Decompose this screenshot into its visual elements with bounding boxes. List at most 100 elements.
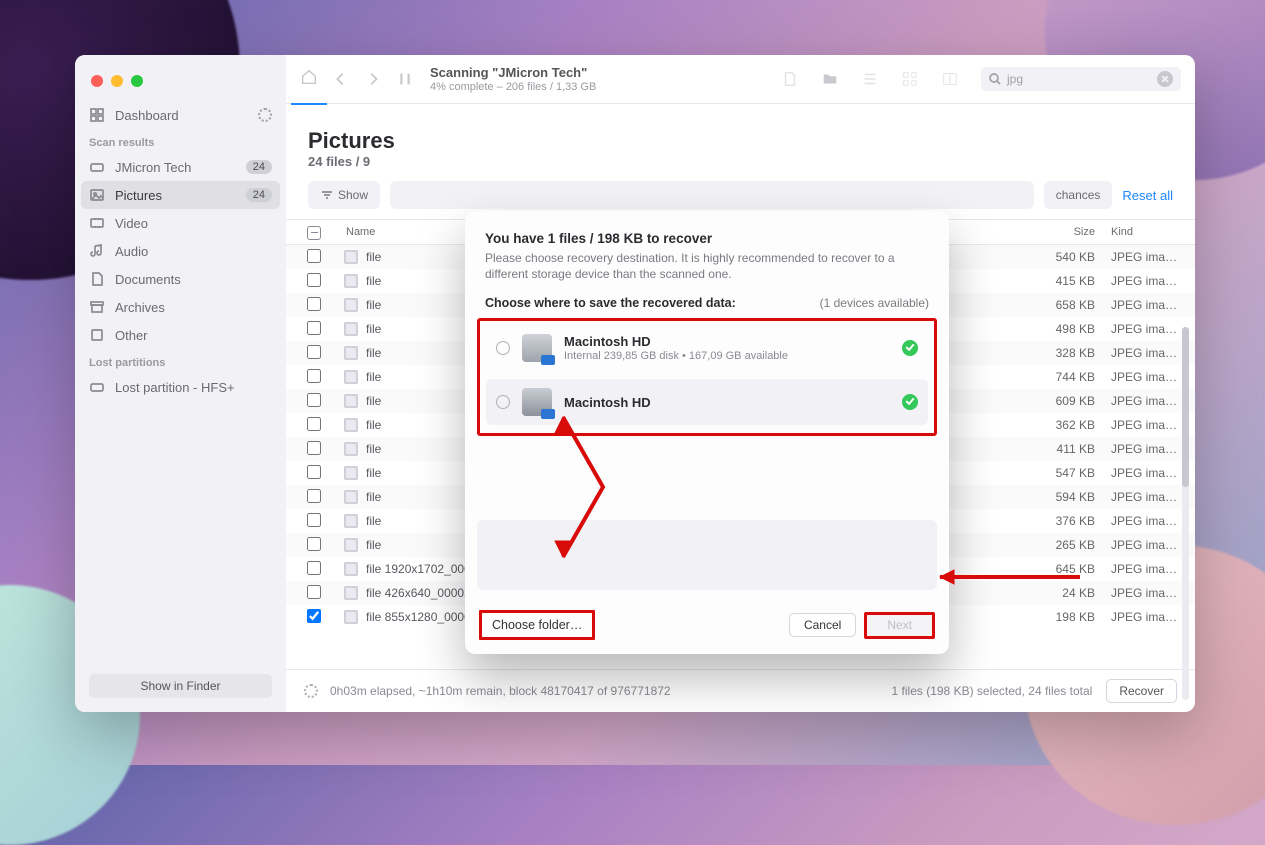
grid-view-icon[interactable]: [901, 70, 919, 88]
row-checkbox[interactable]: [307, 537, 321, 551]
sidebar-item-lost-partition[interactable]: Lost partition - HFS+: [75, 373, 286, 401]
columns-view-icon[interactable]: [941, 70, 959, 88]
status-text: 0h03m elapsed, ~1h10m remain, block 4817…: [330, 684, 671, 698]
back-icon[interactable]: [332, 70, 350, 88]
file-size: 24 KB: [1005, 586, 1105, 600]
row-checkbox[interactable]: [307, 609, 321, 623]
archive-icon: [89, 299, 105, 315]
file-name: file: [366, 490, 381, 504]
sidebar-item-documents[interactable]: Documents: [75, 265, 286, 293]
row-checkbox[interactable]: [307, 441, 321, 455]
sidebar-item-audio[interactable]: Audio: [75, 237, 286, 265]
destination-detail: Internal 239,85 GB disk • 167,09 GB avai…: [564, 350, 788, 362]
thumbnail-icon: [344, 418, 358, 432]
sidebar-item-jmicron[interactable]: JMicron Tech 24: [75, 153, 286, 181]
sidebar-item-label: Audio: [115, 244, 148, 259]
cancel-button[interactable]: Cancel: [789, 613, 856, 637]
recover-button[interactable]: Recover: [1106, 679, 1177, 703]
file-name: file: [366, 538, 381, 552]
toolbar: Scanning "JMicron Tech" 4% complete – 20…: [286, 55, 1195, 104]
sidebar-item-pictures[interactable]: Pictures 24: [81, 181, 280, 209]
row-checkbox[interactable]: [307, 393, 321, 407]
search-icon: [989, 73, 1001, 85]
dialog-title: You have 1 files / 198 KB to recover: [485, 231, 929, 246]
window-controls: [75, 67, 286, 101]
column-kind[interactable]: Kind: [1105, 226, 1195, 238]
row-checkbox[interactable]: [307, 321, 321, 335]
clear-search-icon[interactable]: [1157, 71, 1173, 87]
thumbnail-icon: [344, 442, 358, 456]
minimize-icon[interactable]: [111, 75, 123, 87]
document-icon: [89, 271, 105, 287]
list-view-icon[interactable]: [861, 70, 879, 88]
recovery-destination-dialog: You have 1 files / 198 KB to recover Ple…: [465, 211, 949, 654]
scrollbar-thumb[interactable]: [1182, 327, 1189, 487]
file-view-icon[interactable]: [781, 70, 799, 88]
thumbnail-icon: [344, 514, 358, 528]
next-button[interactable]: Next: [864, 612, 935, 639]
row-checkbox[interactable]: [307, 249, 321, 263]
file-kind: JPEG ima…: [1105, 274, 1195, 288]
radio-icon[interactable]: [496, 341, 510, 355]
file-size: 540 KB: [1005, 250, 1105, 264]
device-count: (1 devices available): [820, 296, 929, 310]
file-size: 415 KB: [1005, 274, 1105, 288]
video-icon: [89, 215, 105, 231]
thumbnail-icon: [344, 538, 358, 552]
thumbnail-icon: [344, 586, 358, 600]
destination-option[interactable]: Macintosh HD: [486, 379, 928, 425]
zoom-icon[interactable]: [131, 75, 143, 87]
row-checkbox[interactable]: [307, 561, 321, 575]
sidebar-section-lost-partitions: Lost partitions: [75, 349, 286, 373]
scrollbar[interactable]: [1182, 327, 1189, 700]
hdd-icon: [522, 334, 552, 362]
dialog-subtitle: Please choose recovery destination. It i…: [485, 250, 929, 282]
radio-icon[interactable]: [496, 395, 510, 409]
folder-view-icon[interactable]: [821, 70, 839, 88]
destination-placeholder: [477, 520, 937, 590]
status-bar: 0h03m elapsed, ~1h10m remain, block 4817…: [286, 669, 1195, 712]
deselect-all-icon[interactable]: [307, 226, 321, 240]
choose-folder-button[interactable]: Choose folder…: [479, 610, 595, 640]
page-subtitle: 24 files / 9: [308, 154, 1173, 169]
filter-label: Show: [338, 188, 368, 202]
sidebar-item-archives[interactable]: Archives: [75, 293, 286, 321]
forward-icon[interactable]: [364, 70, 382, 88]
sidebar-item-label: JMicron Tech: [115, 160, 191, 175]
row-checkbox[interactable]: [307, 489, 321, 503]
row-checkbox[interactable]: [307, 345, 321, 359]
page-title: Pictures: [308, 128, 1173, 154]
column-size[interactable]: Size: [1005, 226, 1105, 238]
thumbnail-icon: [344, 490, 358, 504]
pause-icon[interactable]: [396, 70, 414, 88]
dashboard-icon: [89, 107, 105, 123]
sidebar-item-other[interactable]: Other: [75, 321, 286, 349]
destination-option[interactable]: Macintosh HD Internal 239,85 GB disk • 1…: [486, 325, 928, 371]
sidebar-item-video[interactable]: Video: [75, 209, 286, 237]
row-checkbox[interactable]: [307, 513, 321, 527]
reset-all-link[interactable]: Reset all: [1122, 188, 1173, 203]
row-checkbox[interactable]: [307, 465, 321, 479]
sidebar: Dashboard Scan results JMicron Tech 24 P…: [75, 55, 286, 712]
tab-home[interactable]: [300, 68, 318, 104]
close-icon[interactable]: [91, 75, 103, 87]
destination-name: Macintosh HD: [564, 334, 788, 349]
scan-subtitle: 4% complete – 206 files / 1,33 GB: [430, 81, 769, 93]
show-in-finder-button[interactable]: Show in Finder: [89, 674, 272, 698]
row-checkbox[interactable]: [307, 417, 321, 431]
file-name: file: [366, 274, 381, 288]
row-checkbox[interactable]: [307, 585, 321, 599]
row-checkbox[interactable]: [307, 297, 321, 311]
row-checkbox[interactable]: [307, 369, 321, 383]
thumbnail-icon: [344, 298, 358, 312]
hdd-icon: [522, 388, 552, 416]
show-filter[interactable]: Show: [308, 181, 380, 209]
sidebar-section-scan-results: Scan results: [75, 129, 286, 153]
search-input[interactable]: jpg: [981, 67, 1181, 91]
app-window: Dashboard Scan results JMicron Tech 24 P…: [75, 55, 1195, 712]
sidebar-item-dashboard[interactable]: Dashboard: [75, 101, 286, 129]
sidebar-item-label: Archives: [115, 300, 165, 315]
thumbnail-icon: [344, 322, 358, 336]
row-checkbox[interactable]: [307, 273, 321, 287]
chances-filter[interactable]: chances: [1044, 181, 1113, 209]
